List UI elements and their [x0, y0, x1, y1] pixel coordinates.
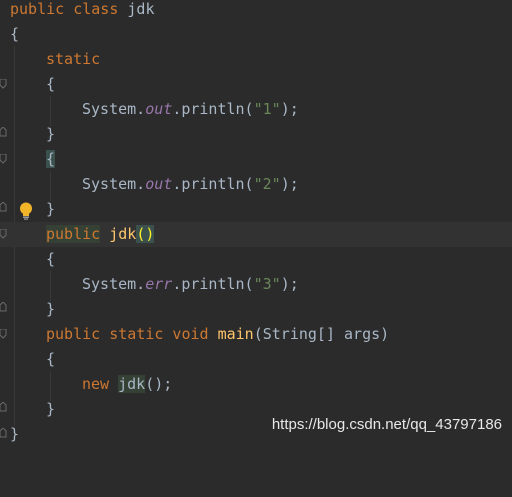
intention-bulb-icon[interactable]: [18, 202, 34, 220]
brace: }: [46, 300, 56, 318]
fold-marker-icon[interactable]: [0, 154, 7, 164]
fold-marker-icon[interactable]: [0, 79, 7, 89]
code-line-6[interactable]: }: [0, 122, 512, 147]
code-line-12[interactable]: System.err.println("3");: [0, 272, 512, 297]
fold-marker-icon[interactable]: [0, 428, 7, 438]
string-literal: "2": [253, 175, 281, 193]
brace: {: [46, 250, 56, 268]
code-line-14[interactable]: public static void main(String[] args): [0, 322, 512, 347]
string-literal: "3": [253, 275, 281, 293]
fold-marker-icon[interactable]: [0, 402, 7, 412]
code-line-7[interactable]: {: [0, 147, 512, 172]
keyword: public static void: [46, 325, 209, 343]
code-text: );: [280, 100, 299, 118]
fold-marker-icon[interactable]: [0, 127, 7, 137]
code-text: .println(: [172, 100, 254, 118]
keyword: static: [46, 50, 101, 68]
code-text: (String[] args): [253, 325, 390, 343]
matched-paren: (): [136, 225, 155, 243]
class-reference: jdk: [118, 375, 146, 393]
fold-marker-icon[interactable]: [0, 329, 7, 339]
code-text: );: [280, 275, 299, 293]
code-line-2[interactable]: {: [0, 22, 512, 47]
keyword: public class: [10, 0, 119, 18]
brace: {: [46, 350, 56, 368]
code-text: .println(: [172, 275, 254, 293]
code-text: System.: [82, 275, 146, 293]
brace: {: [10, 25, 20, 43]
keyword: public: [46, 225, 101, 243]
code-text: System.: [82, 175, 146, 193]
matched-brace: {: [46, 150, 56, 168]
code-editor[interactable]: public class jdk { static { System.out.p…: [0, 0, 512, 444]
code-text: System.: [82, 100, 146, 118]
fold-marker-icon[interactable]: [0, 229, 7, 239]
string-literal: "1": [253, 100, 281, 118]
fold-marker-icon[interactable]: [0, 202, 7, 212]
code-line-1[interactable]: public class jdk: [0, 0, 512, 22]
field-name: out: [145, 175, 173, 193]
code-text: .println(: [172, 175, 254, 193]
brace: }: [46, 400, 56, 418]
code-line-11[interactable]: {: [0, 247, 512, 272]
field-name: out: [145, 100, 173, 118]
code-line-10[interactable]: public jdk(): [0, 222, 512, 247]
brace: }: [10, 425, 20, 443]
constructor-name: jdk: [109, 225, 137, 243]
method-name: main: [217, 325, 254, 343]
code-line-5[interactable]: System.out.println("1");: [0, 97, 512, 122]
field-name: err: [145, 275, 173, 293]
keyword: new: [82, 375, 110, 393]
code-text: );: [280, 175, 299, 193]
code-line-3[interactable]: static: [0, 47, 512, 72]
code-text: ();: [145, 375, 173, 393]
class-name: jdk: [118, 0, 155, 18]
brace: }: [46, 125, 56, 143]
watermark-text: https://blog.csdn.net/qq_43797186: [271, 416, 502, 433]
brace: }: [46, 200, 56, 218]
code-line-4[interactable]: {: [0, 72, 512, 97]
brace: {: [46, 75, 56, 93]
code-line-15[interactable]: {: [0, 347, 512, 372]
code-line-13[interactable]: }: [0, 297, 512, 322]
code-line-9[interactable]: }: [0, 197, 512, 222]
code-line-16[interactable]: new jdk();: [0, 372, 512, 397]
fold-marker-icon[interactable]: [0, 302, 7, 312]
code-line-8[interactable]: System.out.println("2");: [0, 172, 512, 197]
